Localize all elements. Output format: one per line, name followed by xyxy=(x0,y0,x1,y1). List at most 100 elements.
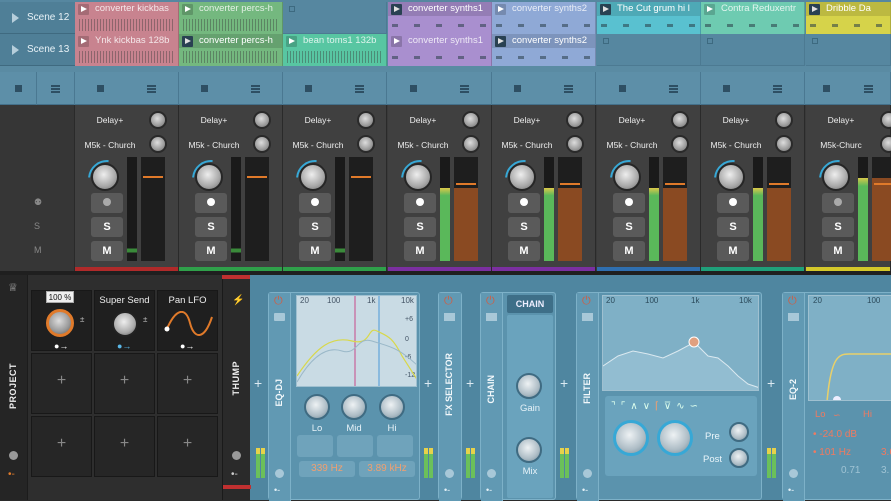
send-1-knob[interactable] xyxy=(149,111,167,129)
gain-knob[interactable] xyxy=(516,373,542,399)
volume-fader[interactable] xyxy=(141,157,165,261)
help-icon[interactable] xyxy=(9,451,18,460)
post-knob[interactable] xyxy=(729,448,749,468)
route-icon[interactable]: •- xyxy=(788,485,794,495)
record-arm-button[interactable] xyxy=(195,193,227,213)
lo-frequency-value[interactable]: 339 Hz xyxy=(299,461,355,477)
send-2-knob[interactable] xyxy=(253,135,271,153)
route-icon[interactable]: •- xyxy=(486,485,492,495)
volume-fader[interactable] xyxy=(872,157,891,261)
clip[interactable]: The Cut grum hi l xyxy=(597,2,701,34)
record-slot-icon[interactable] xyxy=(707,38,713,44)
send-2-knob[interactable] xyxy=(880,135,891,153)
record-slot-icon[interactable] xyxy=(603,38,609,44)
pre-knob[interactable] xyxy=(729,422,749,442)
add-device-button[interactable]: + xyxy=(466,375,474,391)
list-icon[interactable] xyxy=(564,84,574,93)
add-device-button[interactable]: + xyxy=(424,375,432,391)
solo-button[interactable]: S xyxy=(404,217,436,237)
resonance-knob[interactable] xyxy=(657,420,693,456)
solo-button[interactable]: S xyxy=(822,217,854,237)
power-icon[interactable]: ⏻ xyxy=(582,295,591,308)
clip[interactable]: converter percs-h xyxy=(179,2,283,34)
volume-fader[interactable] xyxy=(558,157,582,261)
scene-launch-icon[interactable] xyxy=(12,44,19,55)
empty-modulator-slot[interactable] xyxy=(157,416,218,477)
cutoff-knob[interactable] xyxy=(613,420,649,456)
mute-button[interactable]: M xyxy=(822,241,854,261)
send-1-knob[interactable] xyxy=(880,111,891,129)
record-arm-button[interactable] xyxy=(613,193,645,213)
scene-13-button[interactable]: Scene 13 xyxy=(0,34,75,66)
stop-icon[interactable] xyxy=(513,85,521,92)
stop-icon[interactable] xyxy=(96,85,104,92)
send-1-knob[interactable] xyxy=(253,111,271,129)
clip[interactable]: Contra Reduxentr xyxy=(701,2,805,34)
mod-route-arrow-icon[interactable]: ●→ xyxy=(54,341,68,351)
right-freq-value[interactable]: 3.6 xyxy=(881,447,891,458)
solo-button[interactable]: S xyxy=(508,217,540,237)
empty-clip-slot[interactable] xyxy=(701,34,805,66)
mute-button[interactable]: M xyxy=(299,241,331,261)
record-arm-button[interactable] xyxy=(91,193,123,213)
modulator-slot-super-send[interactable]: Super Send ± ●→ xyxy=(94,290,155,351)
pan-knob[interactable] xyxy=(91,163,119,191)
modulator-knob[interactable] xyxy=(46,309,74,337)
eq-2-graph[interactable]: 20 100 xyxy=(808,295,891,401)
send-2-knob[interactable] xyxy=(149,135,167,153)
hi-shape-button[interactable] xyxy=(377,435,413,457)
volume-fader[interactable] xyxy=(767,157,791,261)
mute-button[interactable]: M xyxy=(195,241,227,261)
help-icon[interactable] xyxy=(275,469,284,478)
volume-fader[interactable] xyxy=(245,157,269,261)
clip[interactable]: converter synths2 xyxy=(492,2,596,34)
modulator-slot-pan-lfo[interactable]: Pan LFO ●→ xyxy=(157,290,218,351)
clip[interactable]: converter kickbas xyxy=(75,2,179,34)
record-slot-icon[interactable] xyxy=(812,38,818,44)
mute-button[interactable]: M xyxy=(404,241,436,261)
mod-route-arrow-icon[interactable]: ●→ xyxy=(117,341,131,351)
volume-fader[interactable] xyxy=(663,157,687,261)
mute-button[interactable]: M xyxy=(717,241,749,261)
hi-knob[interactable] xyxy=(379,394,405,420)
mute-button[interactable]: M xyxy=(91,241,123,261)
stop-icon[interactable] xyxy=(618,85,626,92)
pan-knob[interactable] xyxy=(404,163,432,191)
stop-icon[interactable] xyxy=(200,85,208,92)
list-icon[interactable] xyxy=(773,84,783,93)
stop-icon[interactable] xyxy=(722,85,730,92)
empty-modulator-slot[interactable] xyxy=(94,416,155,477)
band-gain-value[interactable]: • -24.0 dB xyxy=(813,429,857,440)
folder-icon[interactable] xyxy=(582,313,593,321)
record-arm-button[interactable] xyxy=(299,193,331,213)
folder-icon[interactable] xyxy=(444,313,455,321)
mod-route-arrow-icon[interactable]: ●→ xyxy=(180,341,194,351)
modulator-route-icon[interactable]: •- xyxy=(8,469,15,480)
clip[interactable]: converter synths2 xyxy=(492,34,596,66)
solo-button[interactable]: S xyxy=(195,217,227,237)
route-icon[interactable]: •- xyxy=(444,485,450,495)
empty-clip-slot[interactable] xyxy=(806,34,891,66)
mute-button[interactable]: M xyxy=(613,241,645,261)
add-device-button[interactable]: + xyxy=(560,375,568,391)
clip[interactable]: converter percs-h xyxy=(179,34,283,66)
route-icon[interactable]: •- xyxy=(231,469,238,480)
empty-modulator-slot[interactable] xyxy=(94,353,155,414)
list-icon[interactable] xyxy=(355,84,365,93)
power-icon[interactable]: ⏻ xyxy=(486,295,495,308)
record-arm-button[interactable] xyxy=(404,193,436,213)
help-icon[interactable] xyxy=(789,469,798,478)
gain-value[interactable]: -24.0 dB xyxy=(819,429,857,440)
hi-frequency-value[interactable]: 3.89 kHz xyxy=(359,461,415,477)
list-icon[interactable] xyxy=(460,84,470,93)
route-icon[interactable]: •- xyxy=(582,485,588,495)
send-2-knob[interactable] xyxy=(671,135,689,153)
send-1-knob[interactable] xyxy=(566,111,584,129)
pan-knob[interactable] xyxy=(717,163,745,191)
solo-button[interactable]: S xyxy=(613,217,645,237)
lo-shape-button[interactable] xyxy=(297,435,333,457)
add-device-button[interactable]: + xyxy=(254,375,262,391)
mix-knob[interactable] xyxy=(516,437,542,463)
q-value[interactable]: 0.71 xyxy=(841,465,860,476)
scene-list-button[interactable] xyxy=(37,72,75,105)
